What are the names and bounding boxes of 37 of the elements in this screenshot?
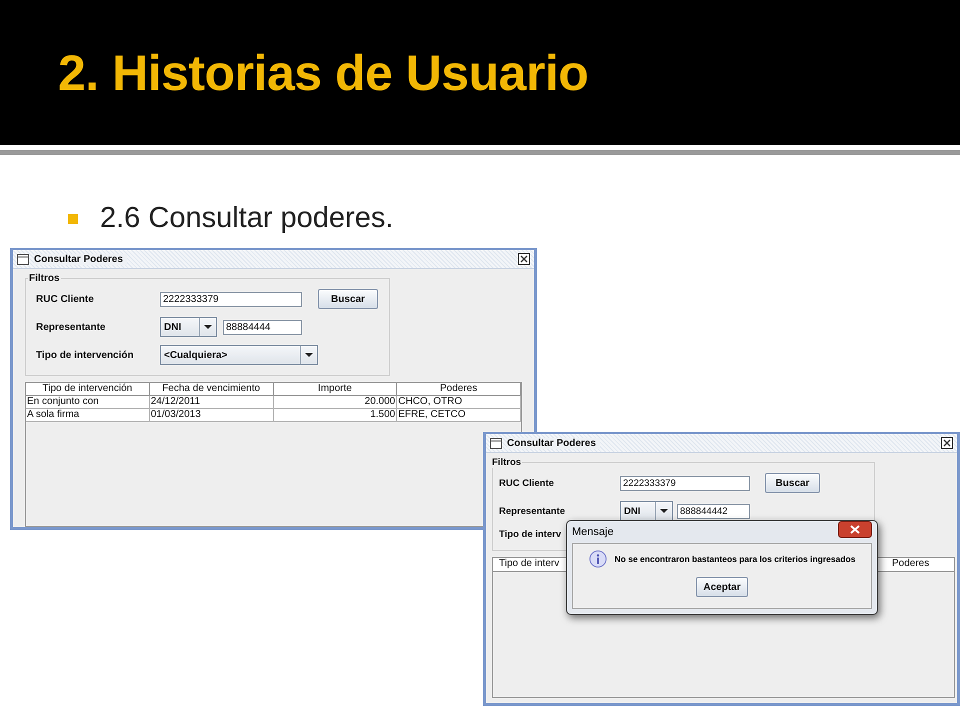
dropdown[interactable]: <Cualquiera>	[160, 345, 318, 365]
window-icon	[17, 254, 29, 264]
dropdown[interactable]: DNI	[620, 501, 673, 521]
input-field[interactable]: 2222333379	[620, 476, 750, 490]
input-field[interactable]: 888844442	[677, 504, 750, 518]
field-label: Representante	[499, 506, 565, 516]
input-field[interactable]: 88884444	[223, 320, 302, 334]
window-title: Consultar Poderes	[507, 438, 600, 448]
group-title: Filtros	[491, 457, 522, 468]
dialog-message: No se encontraron bastanteos para los criterios ingresados	[614, 554, 856, 564]
field-label: RUC Cliente	[36, 294, 94, 304]
close-icon[interactable]	[518, 253, 530, 265]
field-label: Representante	[36, 322, 106, 332]
field-label: Tipo de intervención	[36, 350, 134, 360]
dropdown[interactable]: DNI	[160, 317, 217, 337]
column-header[interactable]: Tipo de interv	[493, 558, 560, 571]
slide-title: 2. Historias de Usuario	[58, 44, 588, 102]
table-cell: EFRE, CETCO	[397, 409, 521, 422]
info-icon	[588, 550, 607, 568]
close-icon[interactable]	[941, 437, 953, 449]
field-label: Tipo de interv	[499, 529, 562, 540]
close-icon[interactable]	[838, 521, 872, 538]
search-button[interactable]: Buscar	[765, 473, 820, 493]
group-title: Filtros	[28, 273, 61, 284]
table-cell: 1.500	[274, 409, 398, 422]
input-field[interactable]: 2222333379	[160, 292, 302, 306]
bullet-text: 2.6 Consultar poderes.	[100, 202, 394, 236]
accept-button[interactable]: Aceptar	[696, 577, 748, 597]
window-title: Consultar Poderes	[34, 254, 127, 264]
table-cell: 01/03/2013	[150, 409, 274, 422]
dialog-title: Mensaje	[572, 526, 614, 538]
window-icon	[490, 438, 502, 448]
column-header[interactable]: Poderes	[886, 558, 954, 571]
table-cell: A sola firma	[26, 409, 150, 422]
search-button[interactable]: Buscar	[318, 289, 378, 309]
bullet-icon	[68, 214, 78, 224]
field-label: RUC Cliente	[499, 478, 554, 488]
